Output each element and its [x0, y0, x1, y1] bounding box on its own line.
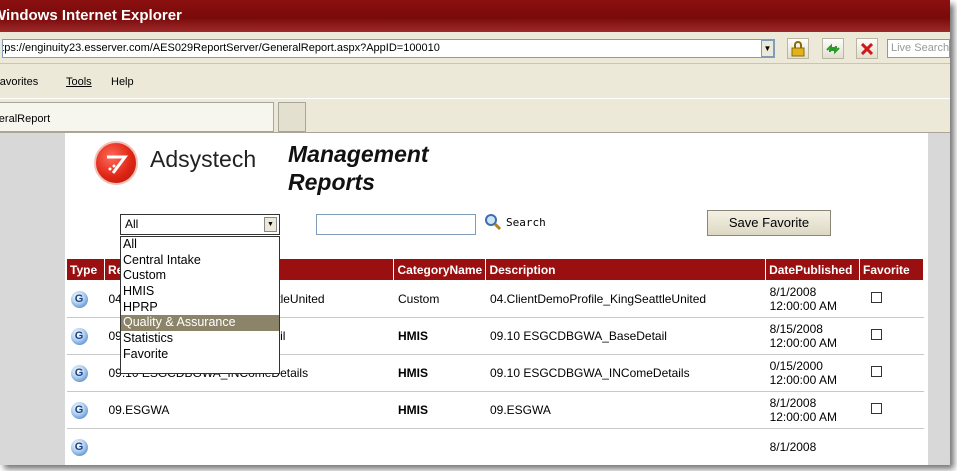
date-cell: 8/1/2008 12:00:00 AM	[765, 280, 860, 318]
report-type-icon[interactable]: G	[70, 438, 88, 456]
category-cell: Custom	[393, 280, 486, 318]
description-cell: 04.ClientDemoProfile_KingSeattleUnited	[485, 280, 766, 318]
favorite-cell	[859, 428, 924, 465]
menu-favorites[interactable]: Favorites	[0, 76, 38, 88]
report-type-cell: G	[66, 354, 105, 392]
menu-help[interactable]: Help	[111, 76, 134, 88]
tab-general-report[interactable]: GeneralReport	[0, 102, 274, 132]
favorite-cell	[859, 354, 924, 392]
browser-window: Windows Internet Explorer https://enginu…	[0, 0, 950, 465]
chevron-down-icon[interactable]: ▼	[264, 217, 277, 232]
address-bar: https://enginuity23.esserver.com/AES029R…	[0, 32, 950, 64]
date-value: 8/1/2008	[769, 440, 817, 454]
menu-tools[interactable]: Tools	[66, 76, 92, 88]
window-title-bar: Windows Internet Explorer	[0, 0, 950, 32]
report-type-cell: G	[66, 391, 105, 429]
description-cell	[485, 428, 766, 465]
col-type[interactable]: Type	[66, 258, 105, 281]
favorite-cell	[859, 280, 924, 318]
time-value: 12:00:00 AM	[769, 299, 837, 313]
time-value: 12:00:00 AM	[769, 373, 837, 387]
refresh-icon[interactable]	[822, 38, 844, 59]
dropdown-option[interactable]: Favorite	[121, 347, 279, 363]
col-description[interactable]: Description	[485, 258, 767, 281]
category-cell	[393, 428, 486, 465]
category-cell: HMIS	[393, 317, 486, 355]
category-cell: HMIS	[393, 391, 486, 429]
category-selected-value: All	[125, 217, 139, 231]
description-cell: 09.ESGWA	[485, 391, 766, 429]
col-date-published[interactable]: DatePublished	[765, 258, 861, 281]
category-cell: HMIS	[393, 354, 486, 392]
report-name-cell[interactable]: 09.ESGWA	[104, 391, 394, 429]
col-category-name[interactable]: CategoryName	[393, 258, 487, 281]
date-cell: 0/15/2000 12:00:00 AM	[765, 354, 860, 392]
date-value: 8/1/2008	[769, 396, 817, 410]
stop-icon[interactable]	[856, 38, 878, 59]
page-title-line2: Reports	[288, 169, 375, 195]
favorite-checkbox[interactable]	[870, 366, 882, 377]
table-row[interactable]: G 8/1/2008	[66, 428, 924, 465]
tab-bar: GeneralReport	[0, 98, 950, 133]
time-value: 12:00:00 AM	[769, 410, 837, 424]
search-input[interactable]	[316, 214, 476, 235]
category-select[interactable]: All ▼	[120, 214, 280, 235]
save-favorite-button[interactable]: Save Favorite	[707, 210, 831, 236]
report-type-icon[interactable]: G	[70, 401, 88, 419]
dropdown-option[interactable]: HMIS	[121, 284, 279, 300]
menu-bar: Favorites Tools Help	[0, 64, 950, 98]
report-type-cell: G	[66, 317, 105, 355]
date-value: 0/15/2000	[769, 359, 823, 373]
time-value: 12:00:00 AM	[769, 336, 837, 350]
page-title-line1: Management	[288, 141, 429, 167]
date-cell: 8/1/2008 12:00:00 AM	[765, 391, 860, 429]
favorite-checkbox[interactable]	[870, 292, 882, 303]
table-row[interactable]: G 09.ESGWA HMIS 09.ESGWA 8/1/2008 12:00:0…	[66, 391, 924, 429]
favorite-checkbox[interactable]	[870, 329, 882, 340]
page-title: Management Reports	[288, 140, 468, 196]
live-search-input[interactable]: Live Search	[887, 39, 950, 58]
favorite-cell	[859, 317, 924, 355]
date-cell: 8/15/2008 12:00:00 AM	[765, 317, 860, 355]
favorite-checkbox[interactable]	[870, 403, 882, 414]
new-tab-button[interactable]	[278, 102, 306, 132]
window-title: Windows Internet Explorer	[0, 7, 182, 24]
dropdown-option[interactable]: Statistics	[121, 331, 279, 347]
report-type-icon[interactable]: G	[70, 327, 88, 345]
url-dropdown-button[interactable]: ▼	[761, 40, 774, 57]
lock-icon[interactable]	[787, 38, 809, 59]
dropdown-option-highlighted[interactable]: Quality & Assurance	[121, 315, 279, 332]
category-dropdown-list: All Central Intake Custom HMIS HPRP Qual…	[120, 236, 280, 374]
report-type-cell: G	[66, 428, 105, 465]
report-name-cell[interactable]	[104, 428, 394, 465]
dropdown-option[interactable]: Central Intake	[121, 253, 279, 269]
search-button[interactable]: Search	[484, 213, 546, 231]
brand-name: Adsystech	[150, 146, 257, 172]
search-icon	[485, 214, 502, 231]
dropdown-option[interactable]: All	[121, 237, 279, 253]
description-cell: 09.10 ESGCDBGWA_INComeDetails	[485, 354, 766, 392]
description-cell: 09.10 ESGCDBGWA_BaseDetail	[485, 317, 766, 355]
report-type-cell: G	[66, 280, 105, 318]
search-button-label: Search	[506, 215, 546, 229]
url-field[interactable]: https://enginuity23.esserver.com/AES029R…	[2, 39, 775, 58]
report-type-icon[interactable]: G	[70, 364, 88, 382]
date-cell: 8/1/2008	[765, 428, 860, 465]
adsystech-logo-icon	[94, 141, 138, 185]
tab-label: GeneralReport	[0, 113, 51, 125]
dropdown-option[interactable]: HPRP	[121, 300, 279, 316]
date-value: 8/1/2008	[769, 285, 817, 299]
favorite-cell	[859, 391, 924, 429]
dropdown-option[interactable]: Custom	[121, 268, 279, 284]
date-value: 8/15/2008	[769, 322, 823, 336]
report-type-icon[interactable]: G	[70, 290, 88, 308]
col-favorite[interactable]: Favorite	[859, 258, 924, 281]
